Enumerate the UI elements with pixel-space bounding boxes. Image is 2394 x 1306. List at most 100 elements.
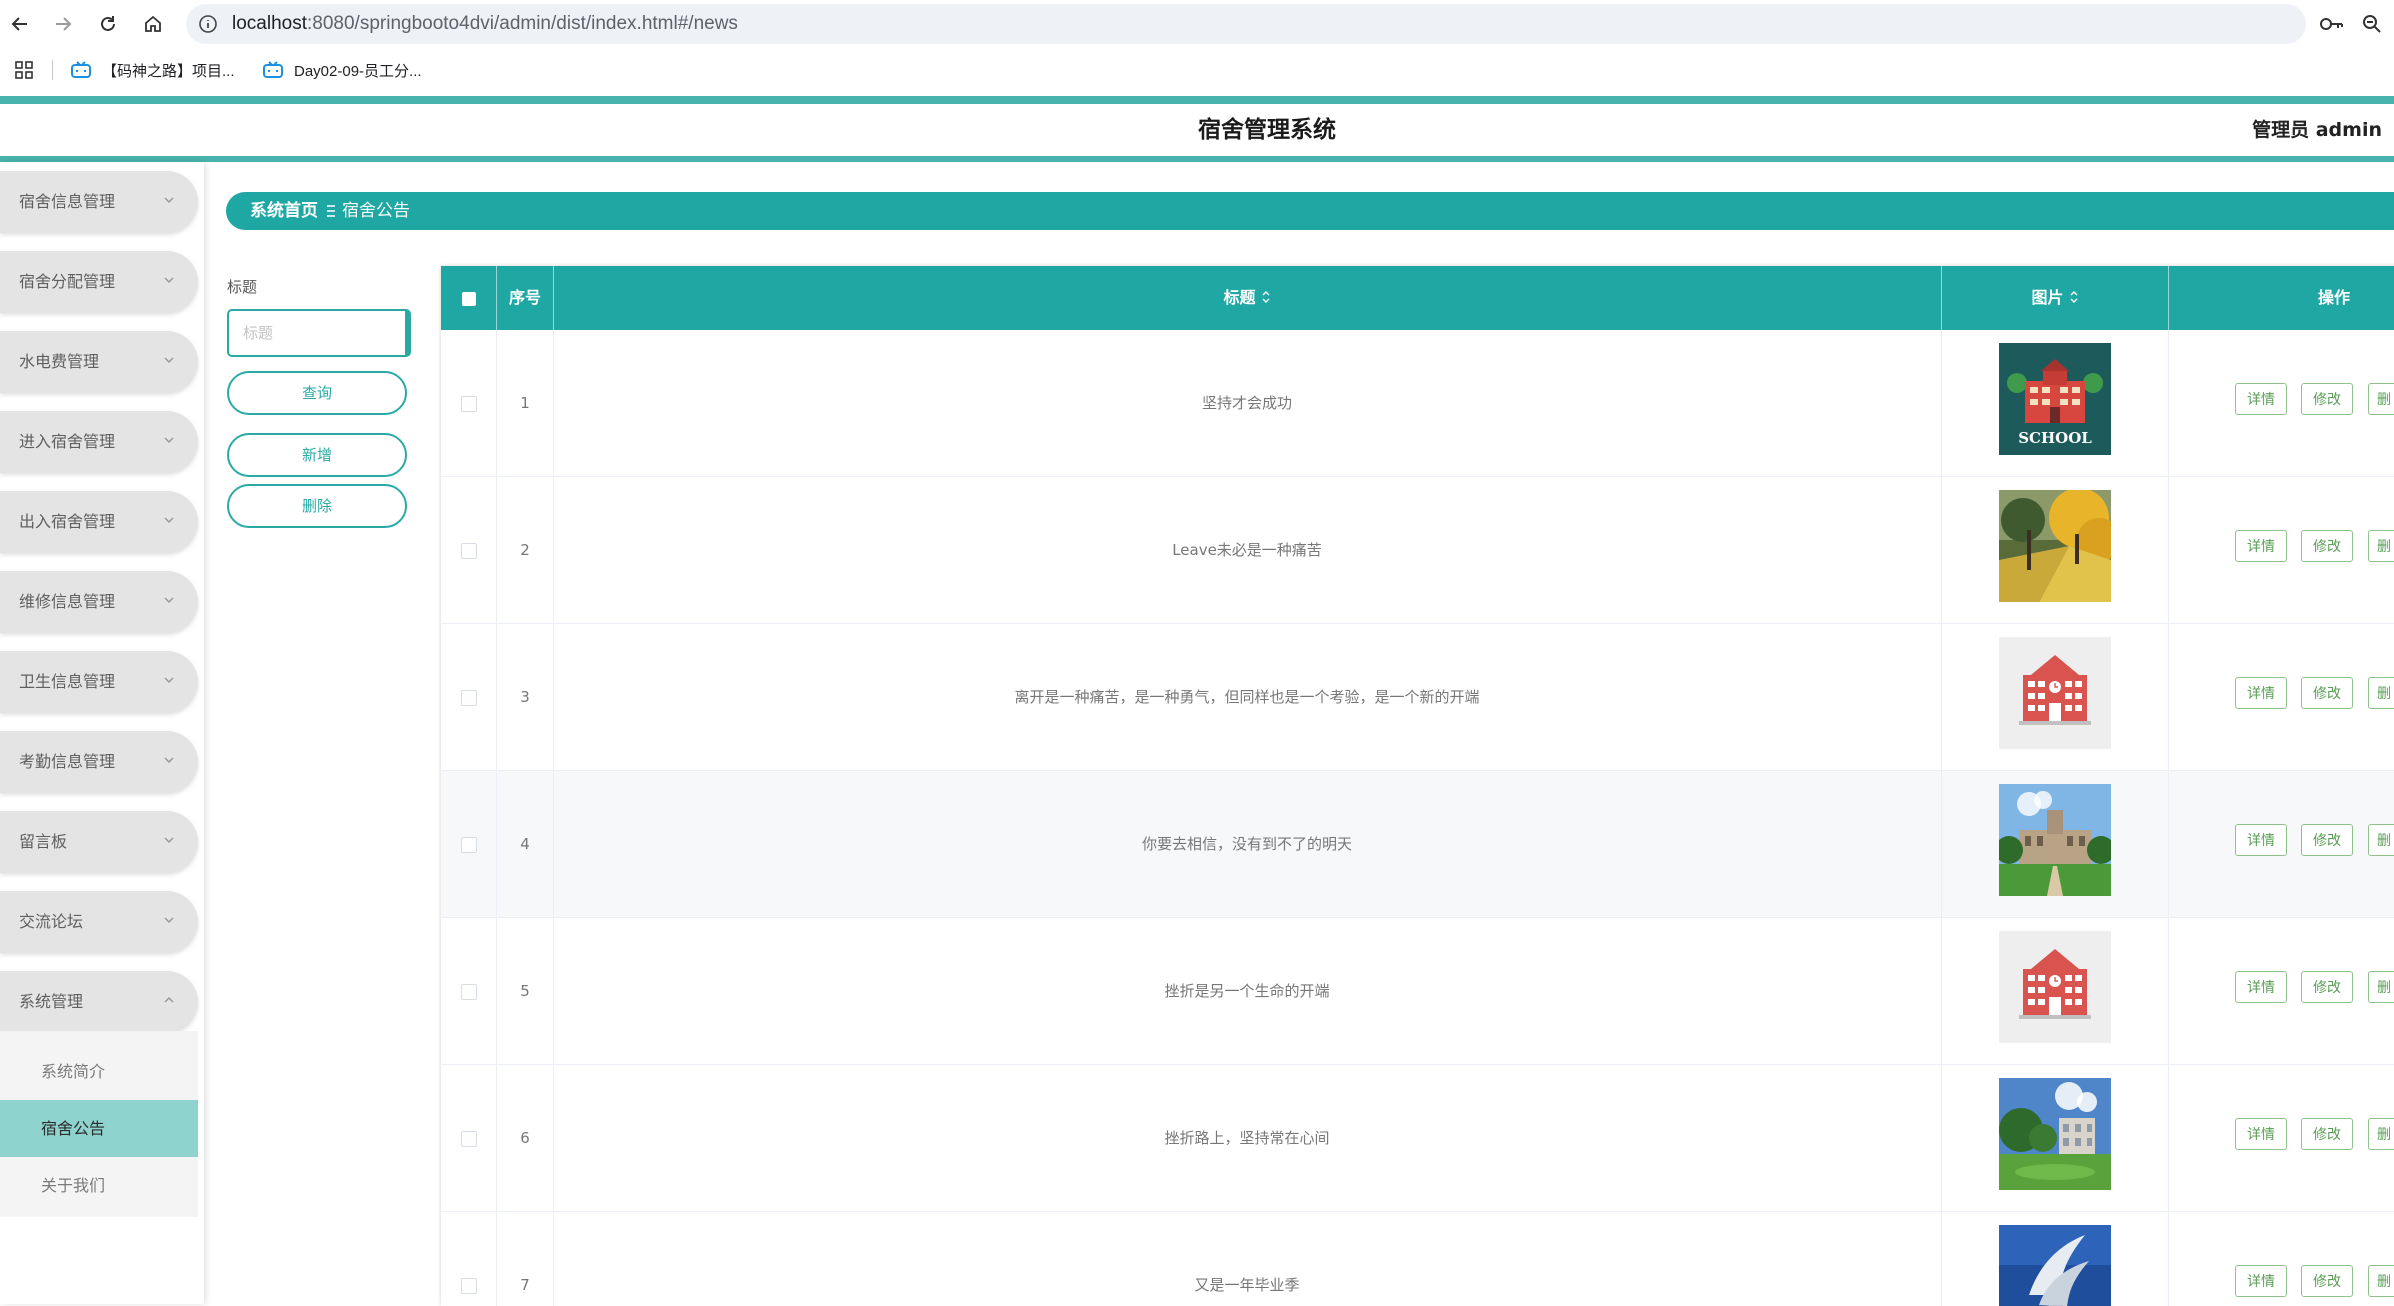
header-image: 图片	[2031, 288, 2064, 307]
browser-nav-row: localhost:8080/springbooto4dvi/admin/dis…	[0, 0, 2394, 48]
detail-button[interactable]: 详情	[2235, 971, 2287, 1003]
detail-button[interactable]: 详情	[2235, 677, 2287, 709]
cell-divider	[1941, 1065, 1942, 1211]
browser-chrome: localhost:8080/springbooto4dvi/admin/dis…	[0, 0, 2394, 96]
edit-button[interactable]: 修改	[2301, 677, 2353, 709]
site-info-icon[interactable]	[198, 14, 218, 34]
sidebar-item-utility-fees[interactable]: 水电费管理	[0, 331, 198, 393]
sidebar-item-dorm-entry[interactable]: 进入宿舍管理	[0, 411, 198, 473]
row-title: 坚持才会成功	[1201, 394, 1292, 412]
sidebar-item-dorm-access[interactable]: 出入宿舍管理	[0, 491, 198, 553]
row-checkbox[interactable]	[461, 1131, 477, 1147]
delete-row-button[interactable]: 删	[2368, 1118, 2394, 1150]
breadcrumb-home[interactable]: 系统首页	[250, 192, 318, 230]
row-checkbox[interactable]	[461, 690, 477, 706]
add-button[interactable]: 新增	[227, 433, 407, 477]
apps-grid-icon[interactable]	[14, 60, 34, 80]
delete-row-button[interactable]: 删	[2368, 971, 2394, 1003]
table-row: 6 挫折路上，坚持常在心间 详情 修改 删	[441, 1065, 2394, 1212]
forward-arrow-icon[interactable]	[48, 9, 78, 39]
submenu-item-about-us[interactable]: 关于我们	[0, 1157, 198, 1214]
delete-row-button[interactable]: 删	[2368, 530, 2394, 562]
school-building-icon-image[interactable]	[1999, 637, 2111, 749]
reload-icon[interactable]	[93, 9, 123, 39]
sidebar-item-message-board[interactable]: 留言板	[0, 811, 198, 873]
home-icon[interactable]	[138, 9, 168, 39]
detail-button[interactable]: 详情	[2235, 824, 2287, 856]
row-checkbox[interactable]	[461, 1278, 477, 1294]
sidebar-item-label: 宿舍信息管理	[19, 192, 116, 211]
table-row: 4 你要去相信，没有到不了的明天 详情 修改 删	[441, 771, 2394, 918]
sidebar-item-forum[interactable]: 交流论坛	[0, 891, 198, 953]
sort-icon	[2070, 291, 2077, 303]
campus-lawn-image[interactable]	[1999, 1078, 2111, 1190]
row-title: 挫折是另一个生命的开端	[1164, 982, 1330, 1000]
cell-divider	[2168, 918, 2169, 1064]
table-row: 3 离开是一种痛苦，是一种勇气，但同样也是一个考验，是一个新的开端 详情 修改 …	[441, 624, 2394, 771]
sidebar-item-hygiene[interactable]: 卫生信息管理	[0, 651, 198, 713]
edit-button[interactable]: 修改	[2301, 1118, 2353, 1150]
table-row: 1 坚持才会成功 SCHOOL 详情 修改 删	[441, 330, 2394, 477]
breadcrumb: 系统首页 宿舍公告	[226, 192, 2394, 230]
campus-building-image[interactable]	[1999, 784, 2111, 896]
edit-button[interactable]: 修改	[2301, 971, 2353, 1003]
delete-row-button[interactable]: 删	[2368, 824, 2394, 856]
back-to-school-image[interactable]: SCHOOL	[1999, 343, 2111, 455]
header-bottom-accent	[0, 156, 2394, 162]
row-index: 6	[520, 1129, 530, 1147]
sidebar-item-attendance[interactable]: 考勤信息管理	[0, 731, 198, 793]
sculpture-sky-image[interactable]	[1999, 1225, 2111, 1306]
edit-button[interactable]: 修改	[2301, 824, 2353, 856]
sidebar-item-label: 交流论坛	[19, 912, 84, 931]
bookmark-item-1[interactable]: 【码神之路】项目...	[70, 56, 235, 84]
sidebar-item-label: 维修信息管理	[19, 592, 116, 611]
table-row: 7 又是一年毕业季 详情 修改 删	[441, 1212, 2394, 1306]
submenu-item-dorm-notice[interactable]: 宿舍公告	[0, 1100, 198, 1157]
cell-divider	[1941, 624, 1942, 770]
header-title: 标题	[1223, 288, 1256, 307]
autumn-path-image[interactable]	[1999, 490, 2111, 602]
query-button[interactable]: 查询	[227, 371, 407, 415]
address-bar[interactable]: localhost:8080/springbooto4dvi/admin/dis…	[186, 4, 2306, 44]
back-arrow-icon[interactable]	[5, 9, 35, 39]
detail-button[interactable]: 详情	[2235, 383, 2287, 415]
url-text[interactable]: localhost:8080/springbooto4dvi/admin/dis…	[232, 4, 738, 44]
app-header: 宿舍管理系统 管理员 admin	[0, 104, 2394, 156]
detail-button[interactable]: 详情	[2235, 1265, 2287, 1297]
bookmark-separator	[52, 60, 53, 80]
sidebar-item-dorm-allocation[interactable]: 宿舍分配管理	[0, 251, 198, 313]
edit-button[interactable]: 修改	[2301, 383, 2353, 415]
row-checkbox[interactable]	[461, 396, 477, 412]
row-checkbox[interactable]	[461, 837, 477, 853]
sidebar-item-system[interactable]: 系统管理	[0, 971, 198, 1033]
cell-divider	[1941, 1212, 1942, 1306]
row-checkbox[interactable]	[461, 984, 477, 1000]
detail-button[interactable]: 详情	[2235, 530, 2287, 562]
bookmark-item-2[interactable]: Day02-09-员工分...	[262, 56, 422, 84]
detail-button[interactable]: 详情	[2235, 1118, 2287, 1150]
submenu-item-system-intro[interactable]: 系统简介	[0, 1043, 198, 1100]
chevron-down-icon	[164, 277, 174, 284]
delete-row-button[interactable]: 删	[2368, 383, 2394, 415]
row-checkbox[interactable]	[461, 543, 477, 559]
sidebar-item-label: 考勤信息管理	[19, 752, 116, 771]
user-label[interactable]: 管理员 admin	[2252, 104, 2382, 156]
header-title-sortable[interactable]: 标题	[554, 266, 1940, 330]
delete-button[interactable]: 删除	[227, 484, 407, 528]
delete-row-button[interactable]: 删	[2368, 1265, 2394, 1297]
school-building-icon-image[interactable]	[1999, 931, 2111, 1043]
edit-button[interactable]: 修改	[2301, 530, 2353, 562]
cell-divider	[2168, 1212, 2169, 1306]
sidebar-item-dorm-info[interactable]: 宿舍信息管理	[0, 171, 198, 233]
bookmarks-bar: 【码神之路】项目... Day02-09-员工分...	[0, 52, 2394, 88]
row-title: 离开是一种痛苦，是一种勇气，但同样也是一个考验，是一个新的开端	[1014, 688, 1480, 706]
password-key-icon[interactable]	[2318, 12, 2344, 36]
sidebar-item-repair[interactable]: 维修信息管理	[0, 571, 198, 633]
edit-button[interactable]: 修改	[2301, 1265, 2353, 1297]
header-image-sortable[interactable]: 图片	[1942, 266, 2168, 330]
system-submenu: 系统简介 宿舍公告 关于我们	[0, 1031, 198, 1217]
select-all-checkbox[interactable]	[462, 292, 476, 306]
title-search-input[interactable]	[229, 311, 403, 355]
delete-row-button[interactable]: 删	[2368, 677, 2394, 709]
zoom-icon[interactable]	[2360, 12, 2386, 36]
